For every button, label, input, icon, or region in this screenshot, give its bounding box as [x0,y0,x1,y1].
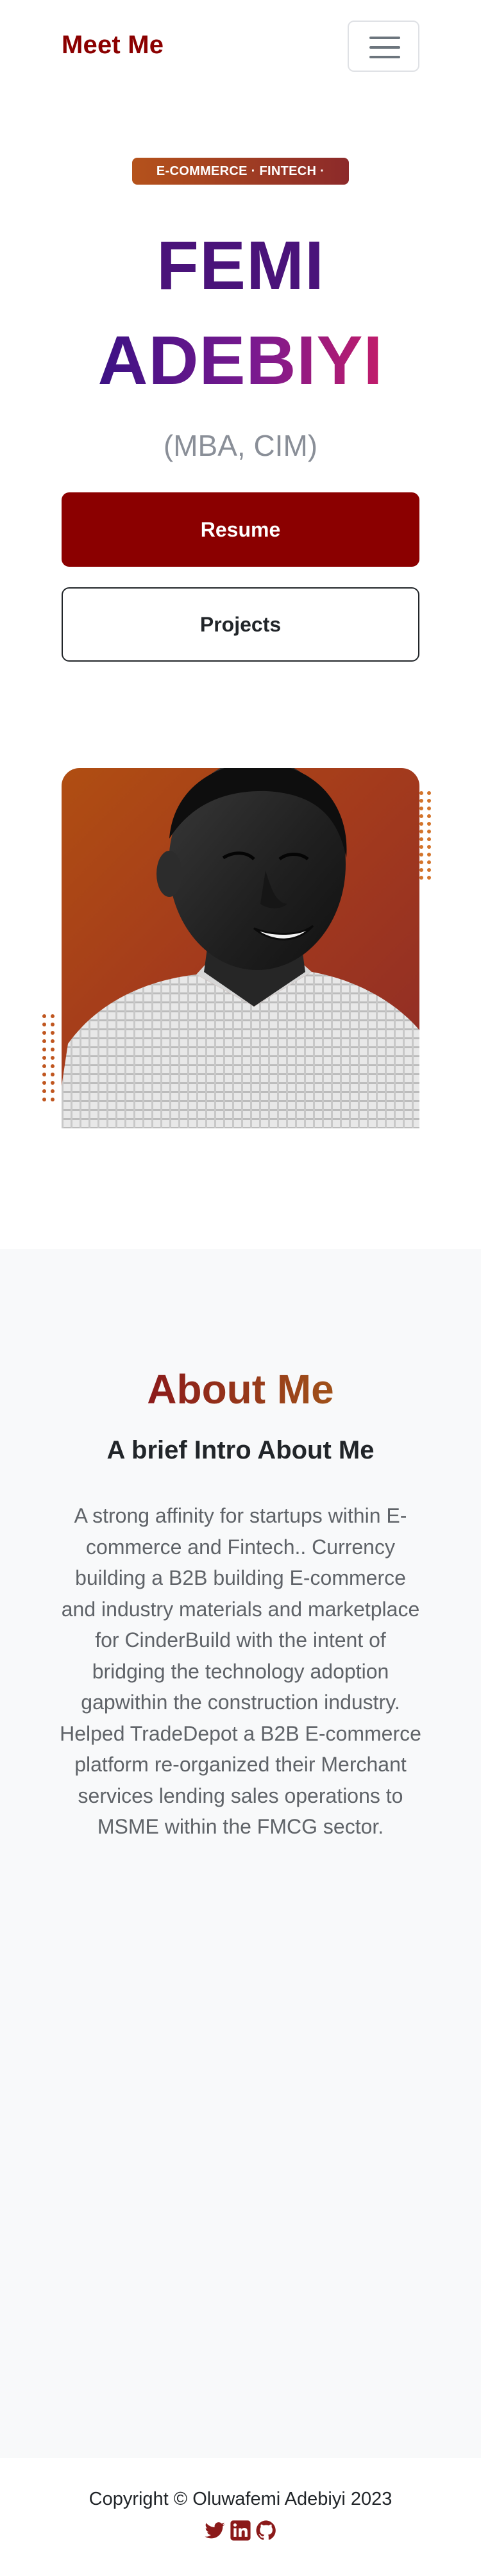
decorative-dot [419,822,423,826]
tagline-badge: E-COMMERCE · FINTECH · [132,158,349,185]
decorative-dot [419,837,423,841]
decorative-dot [419,807,423,810]
decorative-dot [51,1023,55,1026]
about-title: About Me [147,1366,334,1412]
person-photo [62,768,419,1128]
decorative-dot [42,1023,46,1026]
copyright-text: Copyright © Oluwafemi Adebiyi 2023 [89,2489,392,2509]
decorative-dot [42,1031,46,1035]
portrait-card [62,768,419,1128]
decorative-dot [419,860,423,864]
decorative-dot [427,860,431,864]
decorative-dot [51,1089,55,1093]
decorative-dot [42,1056,46,1060]
decorative-dot [42,1014,46,1018]
decorative-dot [427,822,431,826]
decorative-dot [419,791,423,795]
decorative-dot [427,799,431,803]
decorative-dot [42,1064,46,1068]
decorative-dots-left [42,1014,55,1110]
decorative-dot [51,1031,55,1035]
linkedin-icon[interactable] [230,2520,251,2541]
hero-first-name: FEMI [156,226,325,304]
decorative-dot [42,1073,46,1076]
decorative-dot [419,876,423,880]
decorative-dot [427,814,431,818]
decorative-dot [51,1048,55,1051]
decorative-dot [419,830,423,833]
decorative-dot [42,1089,46,1093]
decorative-dot [51,1098,55,1101]
decorative-dot [51,1039,55,1043]
brand-link[interactable]: Meet Me [62,31,164,60]
navbar: Meet Me [0,0,481,94]
decorative-dot [427,837,431,841]
decorative-dot [427,876,431,880]
projects-button[interactable]: Projects [62,587,419,662]
navbar-toggler-button[interactable] [348,21,419,72]
decorative-dot [42,1081,46,1085]
decorative-dot [427,845,431,849]
decorative-dot [42,1048,46,1051]
decorative-dot [51,1064,55,1068]
footer: Copyright © Oluwafemi Adebiyi 2023 [0,2458,481,2576]
decorative-dot [427,791,431,795]
decorative-dot [419,799,423,803]
decorative-dot [427,807,431,810]
decorative-dot [427,853,431,857]
decorative-dot [51,1081,55,1085]
hero-last-name: ADEBIYI [97,321,384,399]
decorative-dot [51,1056,55,1060]
decorative-dot [419,845,423,849]
about-subtitle: A brief Intro About Me [106,1436,375,1464]
about-text-fade [59,1840,422,1866]
decorative-dot [42,1098,46,1101]
decorative-dot [419,814,423,818]
decorative-dot [51,1073,55,1076]
portrait [42,757,440,1128]
twitter-icon[interactable] [204,2520,226,2541]
about-description: A strong affinity for startups within E-… [60,1504,421,1838]
decorative-dot [42,1039,46,1043]
decorative-dot [419,868,423,872]
decorative-dot [51,1014,55,1018]
decorative-dot [427,868,431,872]
credential-text: (MBA, CIM) [163,429,318,462]
decorative-dot [427,830,431,833]
github-icon[interactable] [255,2520,277,2541]
resume-button[interactable]: Resume [62,492,419,567]
decorative-dot [419,853,423,857]
